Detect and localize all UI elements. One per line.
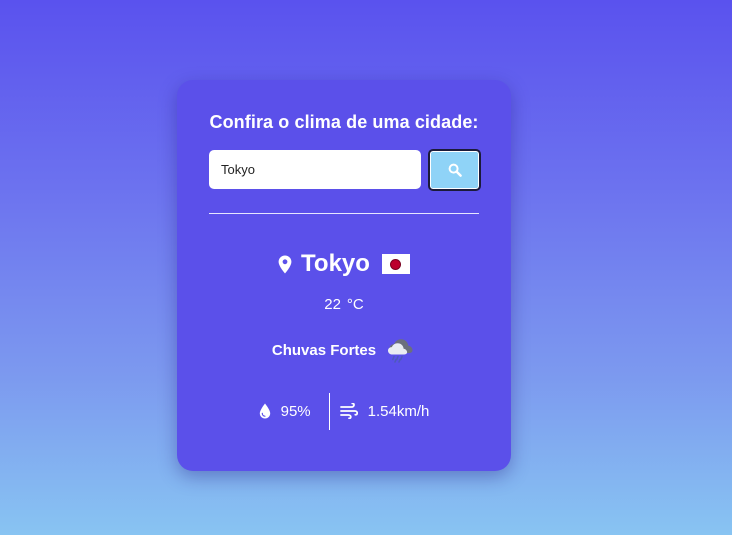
wind: 1.54km/h xyxy=(330,402,430,420)
city-search-input[interactable] xyxy=(209,150,421,189)
temperature-unit: °C xyxy=(346,296,364,313)
japan-flag-icon xyxy=(381,254,410,274)
temperature: 22 °C xyxy=(177,296,511,313)
temperature-value: 22 xyxy=(324,296,341,313)
weather-details: 95% 1.54km/h xyxy=(177,392,511,430)
divider xyxy=(209,213,479,214)
map-pin-icon xyxy=(278,255,292,273)
wind-value: 1.54km/h xyxy=(367,402,430,420)
card-title: Confira o clima de uma cidade: xyxy=(209,112,479,132)
humidity: 95% xyxy=(259,403,329,420)
city-heading: Tokyo xyxy=(177,248,511,280)
humidity-value: 95% xyxy=(280,402,311,420)
wind-icon xyxy=(339,403,358,419)
heavy-rain-cloud-icon xyxy=(388,339,413,363)
search-button[interactable] xyxy=(428,149,481,191)
weather-card: Confira o clima de uma cidade: Tokyo 22 °… xyxy=(177,80,511,471)
city-name: Tokyo xyxy=(301,250,370,277)
weather-description: Chuvas Fortes xyxy=(271,341,377,359)
search-icon xyxy=(448,163,462,177)
weather-description-row: Chuvas Fortes xyxy=(177,336,511,364)
water-drop-icon xyxy=(259,403,270,419)
